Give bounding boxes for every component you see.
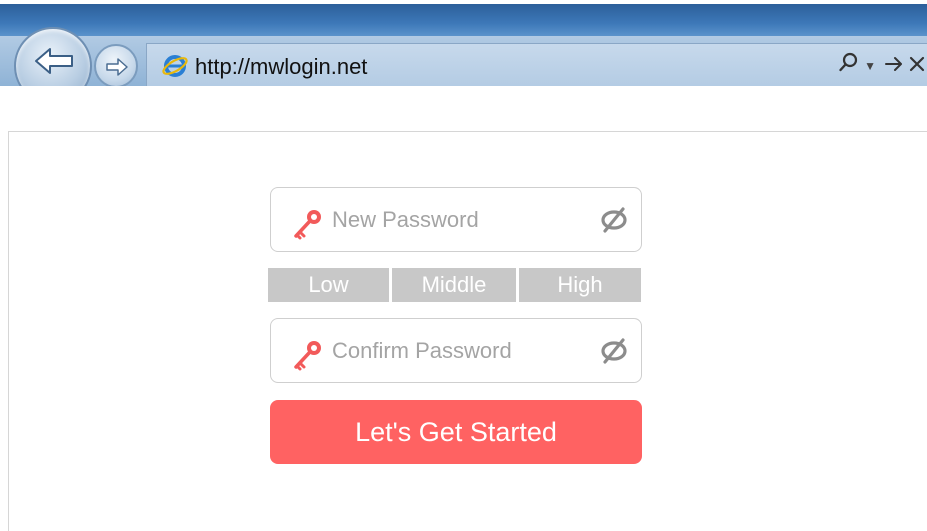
key-icon bbox=[294, 210, 321, 240]
strength-low: Low bbox=[268, 268, 389, 302]
search-icon[interactable] bbox=[838, 51, 860, 81]
lets-get-started-button[interactable]: Let's Get Started bbox=[270, 400, 642, 464]
go-arrow-icon[interactable] bbox=[884, 51, 904, 81]
strength-middle: Middle bbox=[392, 268, 516, 302]
dropdown-arrow-icon[interactable]: ▼ bbox=[864, 51, 876, 81]
forward-arrow-icon bbox=[106, 58, 128, 76]
new-password-field[interactable] bbox=[270, 187, 642, 252]
hidden-eye-icon[interactable] bbox=[599, 207, 629, 233]
new-password-input[interactable] bbox=[332, 188, 592, 251]
confirm-password-field[interactable] bbox=[270, 318, 642, 383]
close-icon[interactable] bbox=[908, 51, 926, 81]
browser-toolbar: http://mwlogin.net ▼ bbox=[0, 4, 927, 86]
key-icon bbox=[294, 341, 321, 371]
confirm-password-input[interactable] bbox=[332, 319, 592, 382]
browser-chrome: http://mwlogin.net ▼ bbox=[0, 0, 927, 97]
forward-button[interactable] bbox=[94, 44, 138, 86]
address-bar[interactable]: http://mwlogin.net ▼ bbox=[146, 43, 927, 86]
address-bar-actions: ▼ bbox=[838, 51, 926, 81]
password-strength-meter: Low Middle High bbox=[268, 268, 641, 302]
hidden-eye-icon[interactable] bbox=[599, 338, 629, 364]
title-band bbox=[0, 4, 927, 36]
back-arrow-icon bbox=[35, 48, 73, 74]
strength-high: High bbox=[519, 268, 641, 302]
url-text[interactable]: http://mwlogin.net bbox=[195, 53, 367, 81]
internet-explorer-icon bbox=[162, 55, 188, 77]
